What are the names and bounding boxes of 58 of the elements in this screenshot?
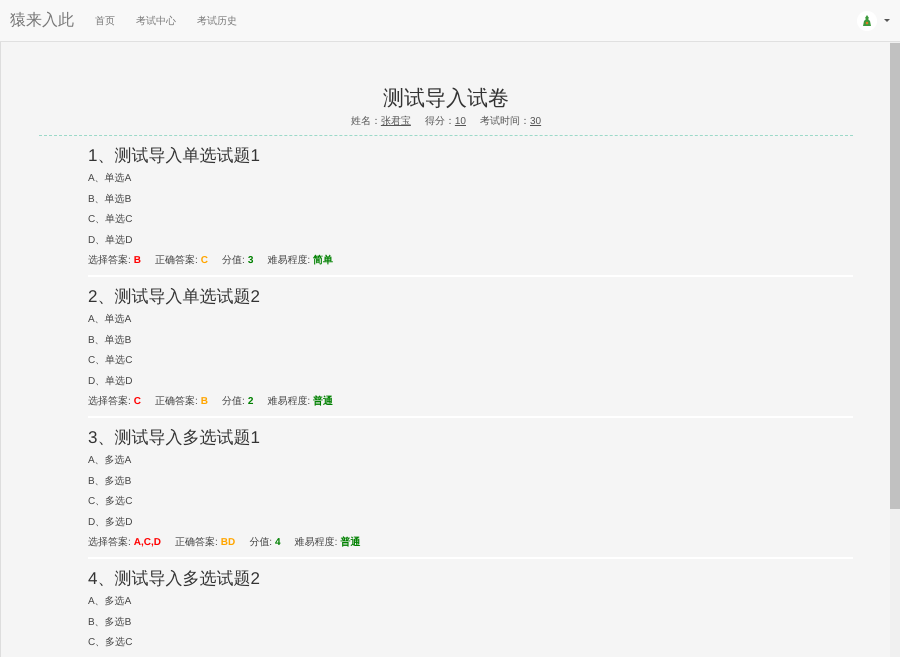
info-label: 选择答案: <box>88 396 131 407</box>
option-text: D、单选D <box>88 234 134 248</box>
info-value: 普通 <box>340 537 360 548</box>
info-label: 分值: <box>249 537 272 548</box>
nav-link[interactable]: 首页 <box>95 14 115 28</box>
paper-title: 测试导入试卷 <box>382 86 510 112</box>
info-value: B <box>134 255 142 266</box>
option-text: C、多选C <box>88 636 134 650</box>
question-title: 3、测试导入多选试题1 <box>88 428 261 448</box>
info-value: B <box>200 396 208 407</box>
option-text: D、多选D <box>88 516 134 530</box>
caret-icon[interactable] <box>884 19 890 22</box>
option-text: A、单选A <box>88 312 132 327</box>
info-label: 难易程度: <box>267 396 310 407</box>
meta-value: 30 <box>530 116 542 127</box>
info-value: C <box>200 255 208 266</box>
info-label: 正确答案: <box>155 255 198 266</box>
option-text: B、单选B <box>88 334 132 348</box>
info-value: 3 <box>248 255 254 266</box>
option-text: A、多选A <box>88 594 132 609</box>
info-value: C <box>134 396 142 407</box>
info-label: 分值: <box>222 255 245 266</box>
option-text: C、单选C <box>88 354 134 368</box>
question-title: 4、测试导入多选试题2 <box>88 569 261 589</box>
info-label: 难易程度: <box>294 537 338 548</box>
nav-link[interactable]: 考试历史 <box>197 14 237 28</box>
info-label: 正确答案: <box>175 537 218 548</box>
info-value: BD <box>220 537 236 548</box>
brand-link[interactable]: 猿来入此 <box>10 10 74 31</box>
meta-label: 考试时间： <box>480 116 530 127</box>
info-value: 简单 <box>313 255 334 266</box>
info-value: 普通 <box>313 396 334 407</box>
option-text: B、单选B <box>88 192 132 206</box>
option-text: C、多选C <box>88 494 134 509</box>
info-label: 分值: <box>222 396 245 407</box>
question-title: 1、测试导入单选试题1 <box>88 146 261 166</box>
meta-label: 姓名： <box>350 116 381 127</box>
info-label: 正确答案: <box>155 396 198 407</box>
info-value: 2 <box>248 396 254 407</box>
meta-value: 10 <box>454 116 466 127</box>
info-label: 选择答案: <box>88 537 131 548</box>
option-text: A、多选A <box>88 454 132 468</box>
option-text: D、单选D <box>88 374 134 388</box>
info-value: 4 <box>275 537 281 548</box>
option-text: B、多选B <box>88 474 132 488</box>
option-text: C、单选C <box>88 212 134 227</box>
question-title: 2、测试导入单选试题2 <box>88 287 261 307</box>
meta-label: 得分： <box>424 116 455 127</box>
option-text: A、单选A <box>88 172 132 186</box>
scrollbar-thumb[interactable] <box>890 43 900 509</box>
nav-link[interactable]: 考试中心 <box>136 14 176 28</box>
info-label: 选择答案: <box>88 255 131 266</box>
info-value: A,C,D <box>134 537 162 548</box>
avatar-icon[interactable] <box>857 10 877 30</box>
info-label: 难易程度: <box>267 255 310 266</box>
scrollbar[interactable] <box>890 42 900 657</box>
meta-value: 张君宝 <box>380 116 411 127</box>
option-text: B、多选B <box>88 616 132 630</box>
